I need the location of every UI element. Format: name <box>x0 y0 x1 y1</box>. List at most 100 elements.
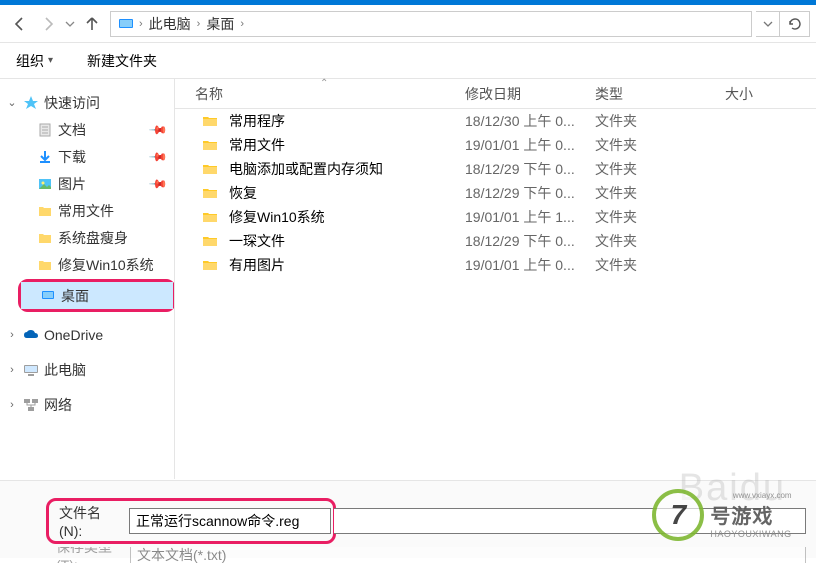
tree-common-files[interactable]: 常用文件 <box>0 197 174 224</box>
file-name: 修复Win10系统 <box>229 207 325 227</box>
tree-this-pc[interactable]: › 此电脑 <box>0 356 174 383</box>
tree-downloads[interactable]: 下载 📌 <box>0 143 174 170</box>
filename-input[interactable] <box>129 508 331 534</box>
organize-label: 组织 <box>16 51 44 71</box>
file-name: 有用图片 <box>229 255 285 275</box>
path-dropdown[interactable] <box>756 11 780 37</box>
file-type: 文件夹 <box>595 207 725 227</box>
download-icon <box>36 148 54 166</box>
tree-quick-access[interactable]: ⌄ 快速访问 <box>0 89 174 116</box>
breadcrumb-desktop[interactable]: 桌面 <box>202 14 238 34</box>
column-name[interactable]: 名称 ⌃ <box>175 84 465 104</box>
folder-icon <box>201 208 219 226</box>
breadcrumb-this-pc[interactable]: 此电脑 <box>145 14 195 34</box>
expand-icon[interactable]: › <box>6 399 18 411</box>
tree-label: 文档 <box>58 120 86 140</box>
pin-icon: 📌 <box>148 119 168 139</box>
column-size[interactable]: 大小 <box>725 84 805 104</box>
this-pc-icon <box>22 361 40 379</box>
folder-icon <box>36 202 54 220</box>
watermark-bg: Baidu <box>679 467 786 510</box>
file-date: 18/12/30 上午 0... <box>465 111 595 131</box>
new-folder-label: 新建文件夹 <box>87 51 157 71</box>
onedrive-icon <box>22 326 40 344</box>
organize-menu[interactable]: 组织 ▾ <box>12 47 57 75</box>
new-folder-button[interactable]: 新建文件夹 <box>83 47 161 75</box>
up-button[interactable] <box>78 10 106 38</box>
expand-icon[interactable]: › <box>6 364 18 376</box>
filetype-label: 保存类型(T): <box>56 547 130 563</box>
chevron-down-icon: ▾ <box>48 55 53 66</box>
tree-network[interactable]: › 网络 <box>0 391 174 418</box>
file-type: 文件夹 <box>595 255 725 275</box>
tree-label: 快速访问 <box>44 93 100 113</box>
tree-label: 网络 <box>44 395 72 415</box>
folder-icon <box>201 136 219 154</box>
pin-icon: 📌 <box>148 146 168 166</box>
file-type: 文件夹 <box>595 231 725 251</box>
chevron-right-icon: › <box>195 18 203 30</box>
tree-label: OneDrive <box>44 327 103 343</box>
tree-pictures[interactable]: 图片 📌 <box>0 170 174 197</box>
tree-label: 此电脑 <box>44 360 86 380</box>
document-icon <box>36 121 54 139</box>
folder-icon <box>201 256 219 274</box>
tree-label: 系统盘瘦身 <box>58 228 128 248</box>
file-date: 18/12/29 下午 0... <box>465 231 595 251</box>
pictures-icon <box>36 175 54 193</box>
list-item[interactable]: 常用文件19/01/01 上午 0...文件夹 <box>175 133 816 157</box>
expand-icon[interactable]: › <box>6 329 18 341</box>
folder-icon <box>201 184 219 202</box>
tree-documents[interactable]: 文档 📌 <box>0 116 174 143</box>
path-breadcrumb[interactable]: › 此电脑 › 桌面 › <box>110 11 752 37</box>
file-name: 电脑添加或配置内存须知 <box>229 159 383 179</box>
list-item[interactable]: 一琛文件 18/12/29 下午 0...文件夹 <box>175 229 816 253</box>
list-item[interactable]: 恢复18/12/29 下午 0...文件夹 <box>175 181 816 205</box>
column-type[interactable]: 类型 <box>595 84 725 104</box>
folder-icon <box>201 232 219 250</box>
file-date: 19/01/01 上午 0... <box>465 255 595 275</box>
tree-label: 下载 <box>58 147 86 167</box>
filename-input-ext[interactable] <box>334 508 806 534</box>
list-item[interactable]: 修复Win10系统 19/01/01 上午 1...文件夹 <box>175 205 816 229</box>
file-list: 名称 ⌃ 修改日期 类型 大小 常用程序18/12/30 上午 0...文件夹常… <box>175 79 816 479</box>
file-type: 文件夹 <box>595 159 725 179</box>
file-date: 18/12/29 下午 0... <box>465 159 595 179</box>
address-bar: › 此电脑 › 桌面 › <box>0 5 816 43</box>
collapse-icon[interactable]: ⌄ <box>6 96 18 109</box>
filename-label: 文件名(N): <box>59 503 129 539</box>
list-item[interactable]: 常用程序 18/12/30 上午 0...文件夹 <box>175 109 816 133</box>
column-date[interactable]: 修改日期 <box>465 84 595 104</box>
folder-icon <box>201 160 219 178</box>
tree-onedrive[interactable]: › OneDrive <box>0 321 174 348</box>
tree-desktop[interactable]: 桌面 <box>21 282 173 309</box>
back-button[interactable] <box>6 10 34 38</box>
file-date: 19/01/01 上午 1... <box>465 207 595 227</box>
pin-icon: 📌 <box>148 173 168 193</box>
forward-button[interactable] <box>34 10 62 38</box>
star-icon <box>22 94 40 112</box>
tree-fix-win10[interactable]: 修复Win10系统 <box>0 251 174 278</box>
chevron-right-icon: › <box>137 18 145 30</box>
desktop-path-icon <box>117 15 135 33</box>
file-name: 一琛文件 <box>229 231 285 251</box>
tree-pane: ⌄ 快速访问 文档 📌 下载 📌 图片 <box>0 79 175 479</box>
list-item[interactable]: 有用图片 19/01/01 上午 0...文件夹 <box>175 253 816 277</box>
file-type: 文件夹 <box>595 111 725 131</box>
toolbar: 组织 ▾ 新建文件夹 <box>0 43 816 79</box>
tree-label: 图片 <box>58 174 86 194</box>
file-name: 常用程序 <box>229 111 285 131</box>
tree-label: 桌面 <box>61 286 89 306</box>
filetype-input[interactable] <box>130 547 806 563</box>
refresh-button[interactable] <box>780 11 810 37</box>
desktop-icon <box>39 287 57 305</box>
recent-dropdown[interactable] <box>62 10 78 38</box>
folder-icon <box>36 229 54 247</box>
file-type: 文件夹 <box>595 183 725 203</box>
sort-ascending-icon: ⌃ <box>320 78 328 89</box>
tree-system-slim[interactable]: 系统盘瘦身 <box>0 224 174 251</box>
list-item[interactable]: 电脑添加或配置内存须知 18/12/29 下午 0...文件夹 <box>175 157 816 181</box>
file-date: 18/12/29 下午 0... <box>465 183 595 203</box>
network-icon <box>22 396 40 414</box>
chevron-right-icon: › <box>238 18 246 30</box>
